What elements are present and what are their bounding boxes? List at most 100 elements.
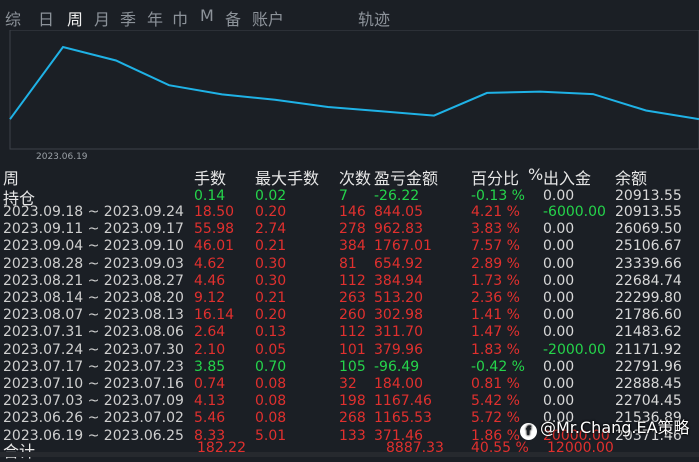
cell-percent: 1.83 % xyxy=(471,342,520,358)
cell-pnl: 1767.01 xyxy=(374,238,432,254)
cell-balance: 22888.45 xyxy=(615,376,682,392)
cell-max-lots: 0.13 xyxy=(255,324,287,340)
tab-magic[interactable]: M xyxy=(200,6,214,25)
cell-percent: 3.83 % xyxy=(471,221,520,237)
cell-date: 2023.09.18 ~ 2023.09.24 xyxy=(3,204,184,220)
balance-chart: 2023.06.19 xyxy=(9,30,699,162)
cell-lots: 0.74 xyxy=(194,376,226,392)
cell-date: 2023.08.07 ~ 2023.08.13 xyxy=(3,307,184,323)
cell-count: 112 xyxy=(339,273,366,289)
tab-weekly[interactable]: 周 xyxy=(67,6,83,30)
open-balance: 20913.55 xyxy=(615,188,682,204)
cell-lots: 2.64 xyxy=(194,324,226,340)
cell-deposit: 0.00 xyxy=(543,376,575,392)
cell-date: 2023.09.04 ~ 2023.09.10 xyxy=(3,238,184,254)
tab-summary[interactable]: 综 xyxy=(5,6,21,30)
tab-quarterly[interactable]: 季 xyxy=(120,6,136,30)
cell-balance: 22704.45 xyxy=(615,393,682,409)
status-strip xyxy=(0,452,699,457)
cell-lots: 4.13 xyxy=(194,393,226,409)
tab-monthly[interactable]: 月 xyxy=(94,6,110,30)
cell-balance: 23339.66 xyxy=(615,256,682,272)
cell-date: 2023.07.24 ~ 2023.07.30 xyxy=(3,342,184,358)
cell-date: 2023.08.21 ~ 2023.08.27 xyxy=(3,273,184,289)
cell-percent: -0.42 % xyxy=(471,359,525,375)
cell-pnl: 379.96 xyxy=(374,342,423,358)
cell-balance: 21483.62 xyxy=(615,324,682,340)
cell-lots: 9.12 xyxy=(194,290,226,306)
cell-deposit: 0.00 xyxy=(543,238,575,254)
cell-balance: 20913.55 xyxy=(615,204,682,220)
facebook-icon: f xyxy=(520,423,537,440)
cell-max-lots: 0.08 xyxy=(255,393,287,409)
cell-balance: 26069.50 xyxy=(615,221,682,237)
cell-max-lots: 0.05 xyxy=(255,342,287,358)
cell-pnl: 302.98 xyxy=(374,307,423,323)
header-max-lots: 最大手数 xyxy=(255,169,320,188)
header-percent: 百分比 xyxy=(471,169,520,188)
cell-max-lots: 0.21 xyxy=(255,290,287,306)
cell-deposit: 0.00 xyxy=(543,393,575,409)
cell-percent: 1.47 % xyxy=(471,324,520,340)
header-balance: 余额 xyxy=(615,169,648,188)
cell-percent: 2.36 % xyxy=(471,290,520,306)
cell-date: 2023.08.28 ~ 2023.09.03 xyxy=(3,256,184,272)
cell-count: 278 xyxy=(339,221,366,237)
cell-lots: 2.10 xyxy=(194,342,226,358)
header-lots: 手数 xyxy=(194,169,227,188)
cell-count: 133 xyxy=(339,428,366,444)
cell-date: 2023.08.14 ~ 2023.08.20 xyxy=(3,290,184,306)
tab-account[interactable]: 账户 xyxy=(252,6,284,30)
cell-count: 198 xyxy=(339,393,366,409)
cell-count: 112 xyxy=(339,324,366,340)
cell-max-lots: 0.70 xyxy=(255,359,287,375)
cell-max-lots: 0.30 xyxy=(255,256,287,272)
cell-pnl: 654.92 xyxy=(374,256,423,272)
tab-daily[interactable]: 日 xyxy=(38,6,54,30)
cell-lots: 18.50 xyxy=(194,204,235,220)
open-deposit: 0.00 xyxy=(543,188,575,204)
cell-balance: 21171.92 xyxy=(615,342,682,358)
period-tabs: 综 日 周 月 季 年 巾 M 备 账户 轨迹 xyxy=(0,0,699,30)
open-percent: -0.13 % xyxy=(471,188,525,204)
cell-lots: 5.46 xyxy=(194,410,226,426)
tab-track[interactable]: 轨迹 xyxy=(358,6,390,30)
cell-count: 263 xyxy=(339,290,366,306)
cell-pnl: 513.20 xyxy=(374,290,423,306)
cell-max-lots: 0.20 xyxy=(255,307,287,323)
cell-percent: 1.41 % xyxy=(471,307,520,323)
cell-count: 101 xyxy=(339,342,366,358)
cell-lots: 4.62 xyxy=(194,256,226,272)
cell-balance: 22684.74 xyxy=(615,273,682,289)
cell-lots: 46.01 xyxy=(194,238,235,254)
open-max-lots: 0.02 xyxy=(255,188,287,204)
cell-deposit: 0.00 xyxy=(543,359,575,375)
cell-balance: 25106.67 xyxy=(615,238,682,254)
cell-deposit: -2000.00 xyxy=(543,342,606,358)
tab-note[interactable]: 备 xyxy=(225,6,241,30)
tab-yearly[interactable]: 年 xyxy=(147,6,163,30)
cell-pnl: 844.05 xyxy=(374,204,423,220)
cell-percent: 2.89 % xyxy=(471,256,520,272)
cell-count: 260 xyxy=(339,307,366,323)
cell-percent: 1.73 % xyxy=(471,273,520,289)
chart-x-tick-label: 2023.06.19 xyxy=(36,152,88,162)
cell-pnl: -96.49 xyxy=(374,359,420,375)
cell-deposit: 0.00 xyxy=(543,290,575,306)
cell-balance: 22299.80 xyxy=(615,290,682,306)
cell-deposit: 0.00 xyxy=(543,307,575,323)
cell-balance: 22791.96 xyxy=(615,359,682,375)
cell-count: 32 xyxy=(339,376,357,392)
chart-frame xyxy=(9,30,699,150)
cell-max-lots: 0.20 xyxy=(255,204,287,220)
cell-count: 81 xyxy=(339,256,357,272)
tab-symbol[interactable]: 巾 xyxy=(172,6,188,30)
cell-date: 2023.07.10 ~ 2023.07.16 xyxy=(3,376,184,392)
cell-lots: 16.14 xyxy=(194,307,235,323)
cell-pnl: 184.00 xyxy=(374,376,423,392)
watermark: f @Mr.Chang.EA策略 xyxy=(520,414,690,440)
header-pnl: 盈亏金额 xyxy=(374,169,439,188)
cell-count: 268 xyxy=(339,410,366,426)
cell-max-lots: 2.74 xyxy=(255,221,287,237)
header-deposit: 出入金 xyxy=(543,169,592,188)
